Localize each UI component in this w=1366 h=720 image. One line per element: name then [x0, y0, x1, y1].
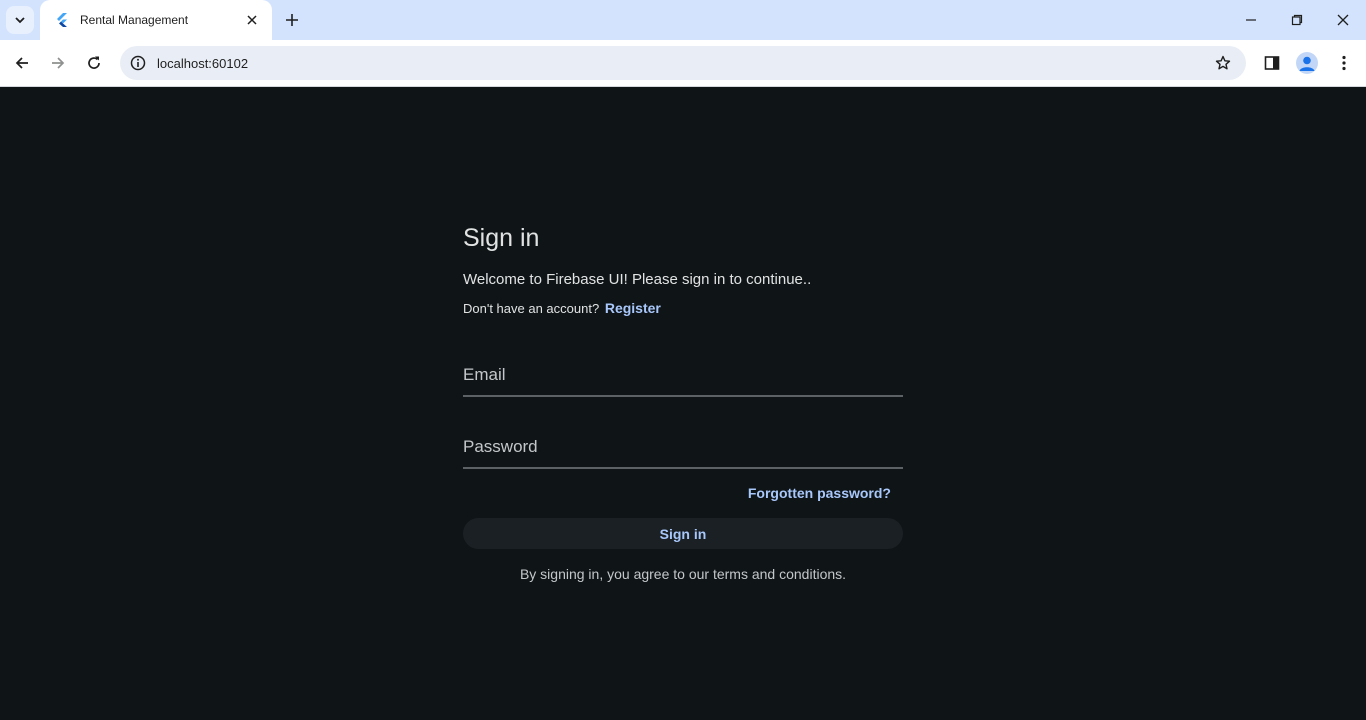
person-icon: [1299, 56, 1315, 71]
back-button[interactable]: [8, 49, 36, 77]
flutter-favicon-icon: [54, 12, 70, 28]
welcome-text: Welcome to Firebase UI! Please sign in t…: [463, 271, 812, 288]
bookmark-star-icon[interactable]: [1206, 46, 1240, 80]
browser-tab[interactable]: Rental Management: [40, 0, 272, 40]
arrow-left-icon: [15, 57, 28, 69]
register-link[interactable]: Register: [605, 300, 661, 316]
forward-button[interactable]: [44, 49, 72, 77]
reload-button[interactable]: [80, 49, 108, 77]
more-vertical-icon: [1342, 55, 1346, 71]
email-input[interactable]: [463, 345, 903, 395]
plus-icon: [286, 14, 298, 26]
restore-icon: [1291, 14, 1303, 26]
profile-avatar[interactable]: [1296, 52, 1318, 74]
register-row: Don't have an account? Register: [463, 300, 661, 316]
close-icon: [1337, 14, 1349, 26]
forgot-password-link[interactable]: Forgotten password?: [748, 485, 891, 501]
terms-text: By signing in, you agree to our terms an…: [519, 566, 847, 582]
password-input[interactable]: [463, 417, 903, 467]
tab-close-icon[interactable]: [244, 12, 260, 28]
address-url: localhost:60102: [157, 55, 249, 71]
no-account-text: Don't have an account?: [463, 301, 600, 316]
reload-icon: [88, 56, 100, 69]
tab-strip: Rental Management: [0, 0, 1366, 40]
page-title: Sign in: [463, 224, 540, 252]
new-tab-button[interactable]: [280, 8, 304, 32]
restore-button[interactable]: [1282, 6, 1312, 34]
page-content: Sign in Welcome to Firebase UI! Please s…: [0, 87, 1366, 720]
minimize-icon: [1246, 19, 1256, 21]
side-panel-button[interactable]: [1258, 49, 1286, 77]
signin-button[interactable]: Sign in: [463, 518, 903, 549]
minimize-button[interactable]: [1236, 6, 1266, 34]
address-bar[interactable]: localhost:60102: [120, 46, 1246, 80]
arrow-right-icon: [52, 57, 65, 69]
password-field-container: [463, 417, 903, 469]
close-window-button[interactable]: [1328, 6, 1358, 34]
site-info-icon[interactable]: [121, 46, 155, 80]
browser-toolbar: localhost:60102: [0, 40, 1366, 87]
email-field-container: [463, 345, 903, 397]
tab-search-button[interactable]: [6, 6, 34, 34]
chevron-down-icon: [15, 17, 25, 24]
menu-button[interactable]: [1330, 49, 1358, 77]
side-panel-icon: [1264, 56, 1280, 70]
tab-title: Rental Management: [80, 13, 189, 27]
